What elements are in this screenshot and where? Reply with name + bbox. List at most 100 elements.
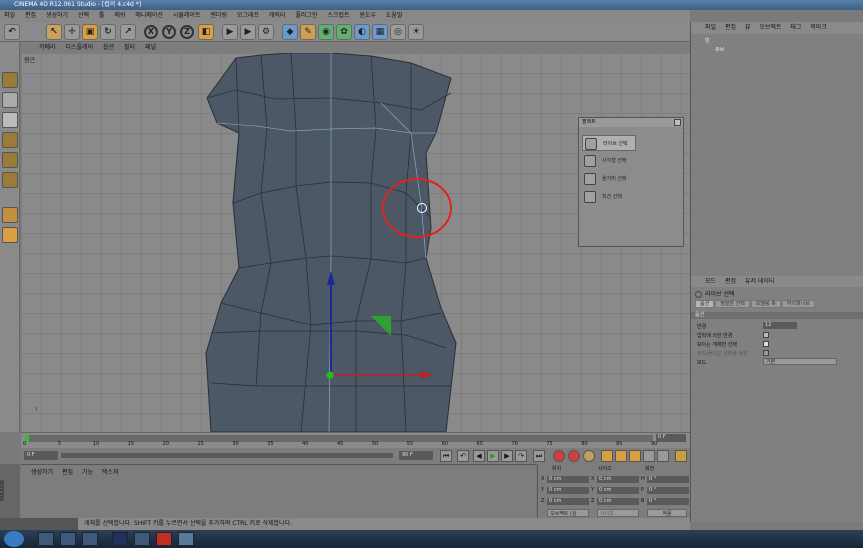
chrome-icon[interactable] bbox=[156, 532, 172, 546]
vp-menu-filter[interactable]: 필터 bbox=[124, 44, 135, 51]
coord-system-icon[interactable]: ◧ bbox=[198, 24, 214, 40]
om-menu-object[interactable]: 오브젝트 bbox=[759, 24, 781, 31]
pressure-radius-checkbox[interactable] bbox=[763, 332, 769, 338]
play-icon[interactable]: ▶ bbox=[487, 450, 499, 462]
rotate-icon[interactable]: ↻ bbox=[100, 24, 116, 40]
record-icon[interactable] bbox=[553, 450, 565, 462]
next-key-icon[interactable]: ↷ bbox=[515, 450, 527, 462]
timeline-icon[interactable] bbox=[675, 450, 687, 462]
mat-menu-edit[interactable]: 편집 bbox=[62, 469, 73, 476]
scale-icon[interactable]: ▣ bbox=[82, 24, 98, 40]
size-y-field[interactable]: 0 cm bbox=[597, 487, 639, 494]
size-z-field[interactable]: 0 cm bbox=[597, 498, 639, 505]
pen-icon[interactable]: ✎ bbox=[300, 24, 316, 40]
timeline[interactable]: 0 5 10 15 20 25 30 35 40 45 50 55 60 65 70 75 80 85 90 0 F bbox=[21, 432, 690, 448]
array-icon[interactable]: ✿ bbox=[336, 24, 352, 40]
menu-select[interactable]: 선택 bbox=[78, 12, 89, 19]
range-slider[interactable] bbox=[61, 453, 393, 458]
object-item-null[interactable]: 빈 bbox=[705, 37, 710, 44]
pla-key-icon[interactable] bbox=[657, 450, 669, 462]
close-icon[interactable] bbox=[674, 119, 681, 126]
mat-menu-create[interactable]: 생성하기 bbox=[31, 469, 53, 476]
live-select-option[interactable]: 라이브 선택 bbox=[582, 135, 636, 151]
prev-key-icon[interactable]: ↶ bbox=[457, 450, 469, 462]
camera-icon[interactable]: ◎ bbox=[390, 24, 406, 40]
goto-start-icon[interactable]: ⏮ bbox=[440, 450, 452, 462]
scale-key-icon[interactable] bbox=[615, 450, 627, 462]
vp-menu-display[interactable]: 디스플레이 bbox=[65, 44, 93, 51]
om-menu-bookmark[interactable]: 북마크 bbox=[810, 24, 827, 31]
move-icon[interactable]: ✛ bbox=[64, 24, 80, 40]
texture-mode-icon[interactable] bbox=[2, 112, 18, 128]
rot-p-field[interactable]: 0 ° bbox=[647, 487, 689, 494]
app-icon[interactable] bbox=[134, 532, 150, 546]
menu-window[interactable]: 윈도우 bbox=[359, 12, 376, 19]
menu-character[interactable]: 캐릭터 bbox=[269, 12, 286, 19]
rot-b-field[interactable]: 0 ° bbox=[647, 498, 689, 505]
mat-menu-function[interactable]: 기능 bbox=[82, 469, 93, 476]
x-axis-icon[interactable]: X bbox=[144, 25, 158, 39]
light-icon[interactable]: ☀ bbox=[408, 24, 424, 40]
keyframe-icon[interactable] bbox=[583, 450, 595, 462]
rotate-key-icon[interactable] bbox=[629, 450, 641, 462]
3d-viewport[interactable]: 원근 Y 팔레트 라이브 선택 사각형 선택 올가미 선택 직선 선택 bbox=[21, 53, 690, 432]
cube-icon[interactable]: ◆ bbox=[282, 24, 298, 40]
end-frame-field[interactable]: 90 F bbox=[399, 451, 433, 460]
deformer-icon[interactable]: ◐ bbox=[354, 24, 370, 40]
tab-hypernurbs[interactable]: 하이퍼너브 bbox=[781, 300, 815, 308]
photoshop-icon[interactable] bbox=[112, 532, 128, 546]
size-x-field[interactable]: 0 cm bbox=[597, 476, 639, 483]
edge-poly-checkbox[interactable] bbox=[763, 350, 769, 356]
undo-icon[interactable]: ↶ bbox=[4, 24, 20, 40]
magnet-icon[interactable] bbox=[2, 227, 18, 243]
goto-end-icon[interactable]: ⏭ bbox=[533, 450, 545, 462]
point-mode-icon[interactable] bbox=[2, 132, 18, 148]
om-menu-tag[interactable]: 태그 bbox=[790, 24, 801, 31]
menu-simulate[interactable]: 시뮬레이트 bbox=[173, 12, 201, 19]
browser-icon[interactable] bbox=[82, 532, 98, 546]
om-menu-file[interactable]: 파일 bbox=[705, 24, 716, 31]
attr-menu-userdata[interactable]: 유저 데이터 bbox=[745, 278, 775, 285]
autokey-icon[interactable] bbox=[568, 450, 580, 462]
minimized-window[interactable] bbox=[0, 518, 78, 530]
pos-z-field[interactable]: 0 cm bbox=[547, 498, 589, 505]
pos-y-field[interactable]: 0 cm bbox=[547, 487, 589, 494]
param-key-icon[interactable] bbox=[643, 450, 655, 462]
live-select-icon[interactable]: ↖ bbox=[46, 24, 62, 40]
visible-only-checkbox[interactable] bbox=[763, 341, 769, 347]
convert-icon[interactable] bbox=[2, 72, 18, 88]
menu-mograph[interactable]: 모그래프 bbox=[237, 12, 259, 19]
render-picture-icon[interactable]: ▶ bbox=[240, 24, 256, 40]
menu-help[interactable]: 도움말 bbox=[386, 12, 403, 19]
menu-edit[interactable]: 편집 bbox=[25, 12, 36, 19]
floor-icon[interactable]: ▦ bbox=[372, 24, 388, 40]
model-mode-icon[interactable] bbox=[2, 92, 18, 108]
attr-menu-edit[interactable]: 편집 bbox=[725, 278, 736, 285]
move-key-icon[interactable] bbox=[601, 450, 613, 462]
prev-frame-icon[interactable]: ◀ bbox=[473, 450, 485, 462]
tab-precise[interactable]: 정밀한 선택 bbox=[715, 300, 750, 308]
tab-options[interactable]: 옵션 bbox=[695, 300, 715, 308]
vp-menu-panel[interactable]: 패널 bbox=[145, 44, 156, 51]
menu-animation[interactable]: 애니메이션 bbox=[135, 12, 163, 19]
apply-button[interactable]: 적용 bbox=[647, 509, 687, 517]
axis-mode-icon[interactable] bbox=[2, 207, 18, 223]
edge-mode-icon[interactable] bbox=[2, 152, 18, 168]
rot-h-field[interactable]: 0 ° bbox=[647, 476, 689, 483]
vp-menu-options[interactable]: 옵션 bbox=[103, 44, 114, 51]
attr-menu-mode[interactable]: 모드 bbox=[705, 278, 716, 285]
explorer-icon[interactable] bbox=[38, 532, 54, 546]
menu-render[interactable]: 렌더링 bbox=[210, 12, 227, 19]
z-axis-icon[interactable]: Z bbox=[180, 25, 194, 39]
radius-field[interactable]: 12 bbox=[763, 322, 797, 329]
size-mode-dropdown[interactable]: 사이즈 bbox=[597, 509, 639, 517]
om-menu-edit[interactable]: 편집 bbox=[725, 24, 736, 31]
pos-x-field[interactable]: 0 cm bbox=[547, 476, 589, 483]
render-settings-icon[interactable]: ⚙ bbox=[258, 24, 274, 40]
menu-file[interactable]: 파일 bbox=[4, 12, 15, 19]
y-axis-icon[interactable]: Y bbox=[162, 25, 176, 39]
last-tool-icon[interactable]: ↗ bbox=[120, 24, 136, 40]
next-frame-icon[interactable]: ▶ bbox=[501, 450, 513, 462]
rect-select-option[interactable]: 사각형 선택 bbox=[582, 153, 636, 169]
object-item-cube[interactable]: 큐브 bbox=[715, 46, 724, 53]
